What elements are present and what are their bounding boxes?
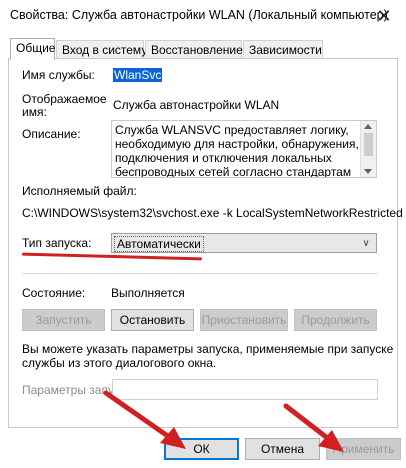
scrollbar-thumb[interactable] xyxy=(364,133,373,156)
hint-text-line1: Вы можете указать параметры запуска, при… xyxy=(22,342,394,356)
stop-button[interactable]: Остановить xyxy=(111,309,194,331)
service-name-label: Имя службы: xyxy=(22,68,95,82)
executable-path: C:\WINDOWS\system32\svchost.exe -k Local… xyxy=(22,206,403,220)
startup-type-select[interactable]: Автоматически ∨ xyxy=(111,233,377,253)
tab-logon[interactable]: Вход в систему xyxy=(56,40,147,58)
chevron-down-icon[interactable]: ∨ xyxy=(360,238,372,250)
scroll-up-arrow-icon[interactable] xyxy=(364,124,372,129)
close-icon[interactable]: ✕ xyxy=(372,4,396,28)
display-name-value[interactable]: Служба автонастройки WLAN xyxy=(113,98,279,112)
executable-label: Исполняемый файл: xyxy=(22,184,137,198)
tab-recovery[interactable]: Восстановление xyxy=(145,40,243,58)
status-value: Выполняется xyxy=(111,286,185,300)
resume-button[interactable]: Продолжить xyxy=(294,309,377,331)
start-button[interactable]: Запустить xyxy=(22,309,105,331)
scroll-down-arrow-icon[interactable] xyxy=(364,169,372,174)
description-label: Описание: xyxy=(22,127,81,141)
display-name-label-line2: имя: xyxy=(22,105,47,119)
startup-type-label: Тип запуска: xyxy=(22,236,92,250)
display-name-label-line1: Отображаемое xyxy=(22,92,107,106)
red-arrow-icon xyxy=(103,390,186,449)
description-line: беспроводных сетей согласно стандартам I… xyxy=(115,165,352,178)
startup-type-value: Автоматически xyxy=(114,236,204,252)
description-scrollbar[interactable] xyxy=(360,121,376,177)
description-text: Служба WLANSVC предоставляет логику, нео… xyxy=(115,123,360,178)
window-title: Свойства: Служба автонастройки WLAN (Лок… xyxy=(10,8,388,22)
description-textbox[interactable]: Служба WLANSVC предоставляет логику, нео… xyxy=(111,120,377,178)
service-name-value[interactable]: WlanSvc xyxy=(113,68,163,82)
hint-text-line2: службы из этого диалогового окна. xyxy=(22,356,217,370)
divider xyxy=(22,273,378,274)
tab-general[interactable]: Общие xyxy=(10,38,55,60)
pause-button[interactable]: Приостановить xyxy=(200,309,288,331)
status-label: Состояние: xyxy=(22,286,86,300)
description-line: подключения и отключения локальных xyxy=(115,151,332,165)
description-line: необходимую для настройки, обнаружения, xyxy=(115,137,359,151)
description-line: Служба WLANSVC предоставляет логику, xyxy=(115,123,349,137)
tab-dependencies[interactable]: Зависимости xyxy=(243,40,323,58)
red-arrow-icon xyxy=(283,403,344,452)
